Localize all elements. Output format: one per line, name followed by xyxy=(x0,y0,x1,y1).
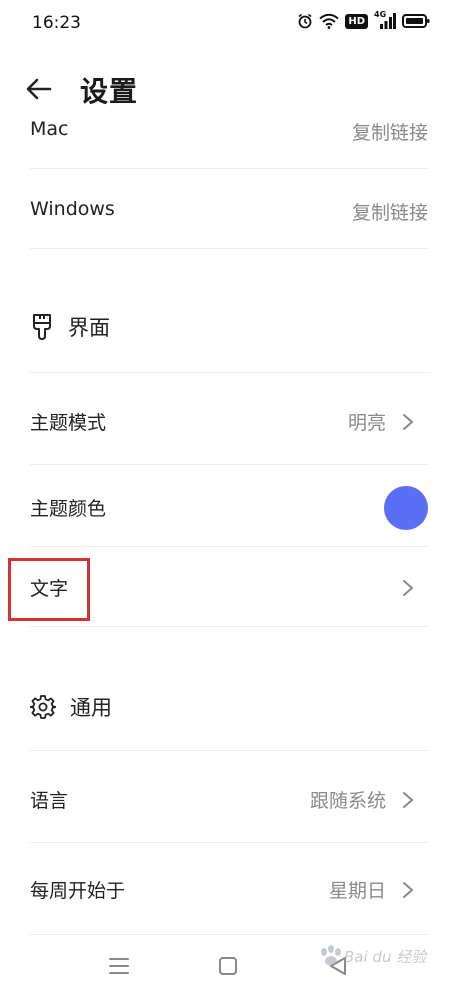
watermark-text: Bai du 经验 xyxy=(344,947,427,966)
row-language-value: 跟随系统 xyxy=(309,790,386,812)
divider xyxy=(30,934,428,935)
row-theme-mode[interactable]: 主题模式 明亮 xyxy=(30,406,428,436)
section-interface-title: 界面 xyxy=(68,316,110,340)
row-theme-mode-label: 主题模式 xyxy=(30,412,107,434)
wifi-icon xyxy=(319,13,339,29)
row-mac-label: Mac xyxy=(30,120,69,140)
row-mac[interactable]: Mac 复制链接 xyxy=(30,120,428,158)
watermark: Bai du 经验 xyxy=(318,944,426,968)
row-mac-clip: Mac 复制链接 xyxy=(0,120,456,160)
row-theme-color-label: 主题颜色 xyxy=(30,498,107,520)
gear-icon xyxy=(30,695,56,719)
section-interface: 界面 xyxy=(30,312,110,342)
highlight-box xyxy=(8,558,90,621)
arrow-left-icon[interactable] xyxy=(24,74,54,104)
row-language-label: 语言 xyxy=(30,790,69,812)
status-bar: 16:23 HD 4G xyxy=(0,0,456,46)
row-windows[interactable]: Windows 复制链接 xyxy=(30,196,428,226)
page-title: 设置 xyxy=(80,75,139,108)
status-time: 16:23 xyxy=(32,13,81,33)
row-week-start-label: 每周开始于 xyxy=(30,880,126,902)
divider xyxy=(30,546,428,547)
divider xyxy=(30,842,428,843)
divider xyxy=(30,464,428,465)
section-general-title: 通用 xyxy=(70,696,112,720)
theme-color-swatch[interactable] xyxy=(384,486,428,530)
chevron-right-icon xyxy=(403,882,413,898)
brush-icon xyxy=(33,314,51,340)
divider xyxy=(30,168,428,169)
paw-logo-icon xyxy=(321,945,341,966)
alarm-icon xyxy=(298,13,312,29)
battery-icon xyxy=(402,14,430,28)
divider xyxy=(30,372,428,373)
divider xyxy=(30,750,428,751)
chevron-right-icon xyxy=(403,414,413,430)
signal-icon: 4G xyxy=(374,10,396,29)
divider xyxy=(30,626,428,627)
row-windows-copy-link[interactable]: 复制链接 xyxy=(352,198,428,225)
divider xyxy=(30,248,428,249)
chevron-right-icon xyxy=(403,580,413,596)
section-general: 通用 xyxy=(30,692,112,722)
row-windows-label: Windows xyxy=(30,198,115,220)
hd-badge: HD xyxy=(345,13,368,29)
home-icon[interactable] xyxy=(218,956,238,976)
row-theme-mode-value: 明亮 xyxy=(347,412,386,434)
menu-icon[interactable] xyxy=(108,956,130,976)
row-theme-color[interactable]: 主题颜色 xyxy=(30,486,428,532)
row-week-start-value: 星期日 xyxy=(328,880,386,902)
row-language[interactable]: 语言 跟随系统 xyxy=(30,784,428,814)
row-week-start[interactable]: 每周开始于 星期日 xyxy=(30,874,428,904)
row-mac-copy-link[interactable]: 复制链接 xyxy=(352,120,428,145)
status-icons: HD 4G xyxy=(297,10,430,29)
app-header: 设置 xyxy=(0,60,456,120)
chevron-right-icon xyxy=(403,792,413,808)
